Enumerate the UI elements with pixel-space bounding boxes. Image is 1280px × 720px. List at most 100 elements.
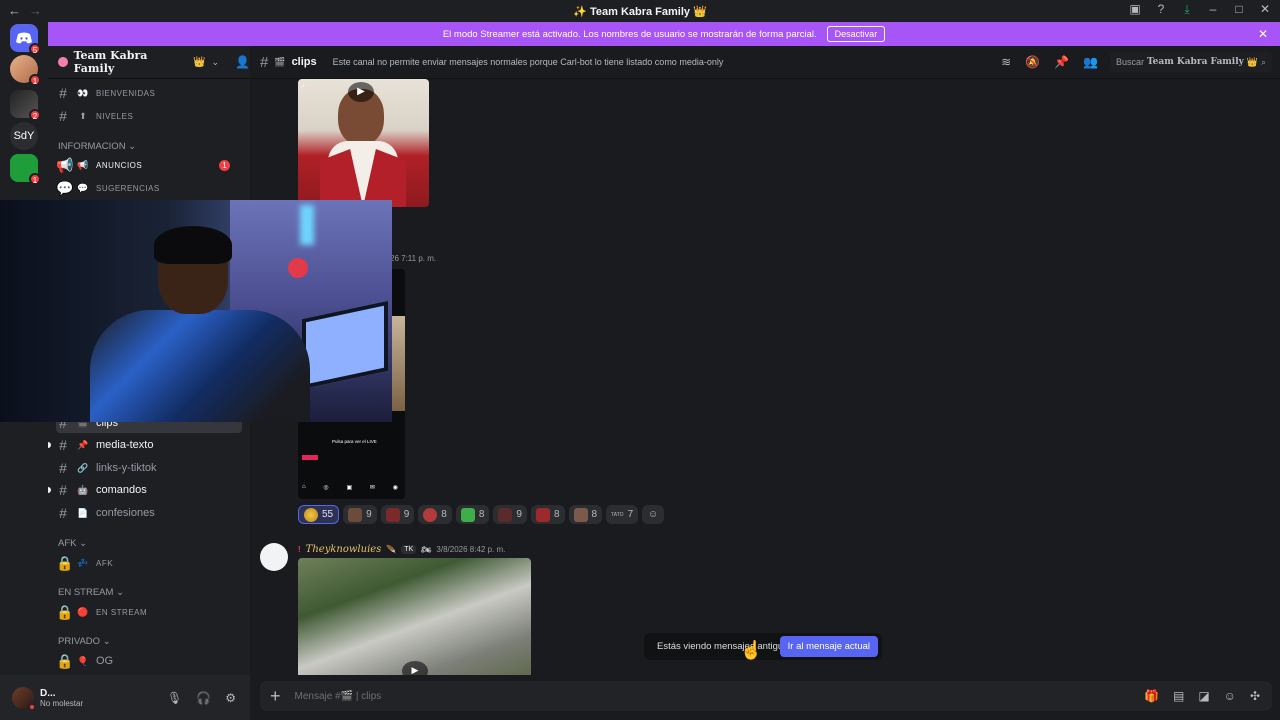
reaction[interactable]: 9 <box>380 505 415 524</box>
channel-niveles[interactable]: # ⬆ NIVELES <box>56 106 242 126</box>
forum-icon: 💬 <box>56 179 74 196</box>
reaction[interactable]: TATO 7 <box>606 505 639 524</box>
reaction[interactable]: 9 <box>493 505 527 524</box>
server-icon-avatar[interactable]: 1 <box>10 55 41 86</box>
close-window-button[interactable]: ✕ <box>1258 2 1272 17</box>
play-icon[interactable]: ▶ <box>402 661 428 675</box>
close-icon[interactable]: ✕ <box>1258 27 1268 41</box>
message-input[interactable]: Mensaje #🎬 | clips <box>295 691 382 702</box>
channel-afk[interactable]: 🔒 💤 AFK <box>56 553 242 573</box>
crown-icon: 👑 <box>1246 56 1259 67</box>
gif-icon[interactable]: ▤ <box>1173 689 1184 703</box>
channel-topic[interactable]: Este canal no permite enviar mensajes no… <box>333 57 724 67</box>
user-info[interactable]: D... No molestar <box>40 688 83 708</box>
window-title: ✨ Team Kabra Family 👑 <box>0 5 1280 18</box>
webcam-decoration <box>288 258 308 278</box>
reaction-count: 8 <box>441 509 447 520</box>
video-attachment[interactable]: ▶ ♪ <box>298 79 429 207</box>
crown-icon: 👑 <box>693 6 707 18</box>
voice-controls: 🎙 🎧 ⚙ <box>167 691 236 705</box>
reaction[interactable]: 9 <box>343 505 377 524</box>
streamer-mode-banner: El modo Streamer está activado. Los nomb… <box>48 22 1280 46</box>
channel-links-y-tiktok[interactable]: # 🔗 links-y-tiktok <box>56 458 242 478</box>
channel-emoji: 💤 <box>77 557 89 568</box>
reaction[interactable]: 55 <box>298 505 340 524</box>
window-controls: ▣ ? ⤓ – □ ✕ <box>1128 2 1272 17</box>
reaction[interactable]: 8 <box>568 505 603 524</box>
disable-streamer-button[interactable]: Desactivar <box>826 26 886 42</box>
category-privado[interactable]: PRIVADO ⌄ <box>58 636 111 647</box>
live-tag <box>302 455 318 460</box>
headphones-icon[interactable]: 🎧 <box>196 691 211 705</box>
sticker-icon[interactable]: ◪ <box>1198 689 1209 703</box>
message-author[interactable]: Theyknowluies <box>306 544 382 555</box>
channel-sugerencias[interactable]: 💬 💬 SUGERENCIAS <box>56 178 242 198</box>
channel-emoji: 📌 <box>77 439 89 450</box>
server-icon[interactable]: 2 <box>10 90 41 121</box>
reaction-emoji-icon <box>385 507 400 522</box>
reaction-count: 7 <box>627 509 634 520</box>
category-label: PRIVADO <box>58 636 101 647</box>
message-header: ! Theyknowluies 🪶 TK 🏍 3/8/2026 8:42 p. … <box>298 544 505 555</box>
bell-muted-icon[interactable]: 🔕 <box>1025 55 1040 69</box>
chevron-down-icon: ⌄ <box>211 56 220 67</box>
channel-anuncios[interactable]: 📢 📢 ANUNCIOS 1 <box>56 155 242 175</box>
composer-tools: 🎁 ▤ ◪ ☺ ✣ <box>1144 689 1260 703</box>
category-afk[interactable]: AFK ⌄ <box>58 538 87 549</box>
channel-emoji: 📄 <box>77 507 89 518</box>
help-icon[interactable]: ? <box>1154 2 1168 17</box>
guild-tag[interactable]: TK <box>401 545 417 554</box>
minimize-button[interactable]: – <box>1206 2 1220 17</box>
gift-icon[interactable]: 🎁 <box>1144 689 1159 703</box>
channel-bienvenidas[interactable]: # 👀 BIENVENIDAS <box>56 83 242 103</box>
inbox-icon[interactable]: ▣ <box>1128 2 1142 17</box>
server-icon-green[interactable]: 1 <box>10 154 41 185</box>
members-icon[interactable]: 👥 <box>1083 55 1098 69</box>
category-en-stream[interactable]: EN STREAM ⌄ <box>58 587 124 598</box>
avatar[interactable] <box>12 686 36 711</box>
add-member-icon[interactable]: 👤 <box>235 55 250 69</box>
category-informacion[interactable]: INFORMACION ⌄ <box>58 141 136 152</box>
reaction[interactable]: 8 <box>418 505 452 524</box>
mention-badge: 1 <box>219 159 230 171</box>
jump-to-present-bar: Estás viendo mensajes antiguos Ir al men… <box>644 633 882 660</box>
channel-confesiones[interactable]: # 📄 confesiones <box>56 503 242 523</box>
channel-en-stream[interactable]: 🔒 🔴 EN STREAM <box>56 602 242 622</box>
avatar[interactable] <box>260 543 288 571</box>
reaction-count: 9 <box>516 509 522 520</box>
lock-icon: 🔒 <box>56 652 74 669</box>
video-attachment[interactable]: ▶ <box>298 558 531 675</box>
channel-media-texto[interactable]: # 📌 media-texto <box>56 435 242 455</box>
channel-emoji: 🔗 <box>77 462 89 473</box>
profile-icon: ◉ <box>392 485 398 491</box>
composer-box: + Mensaje #🎬 | clips 🎁 ▤ ◪ ☺ ✣ <box>260 681 1272 711</box>
maximize-button[interactable]: □ <box>1232 2 1246 17</box>
search-input[interactable]: Buscar Team Kabra Family 👑 ⌕ <box>1110 52 1272 72</box>
add-attachment-icon[interactable]: + <box>270 686 281 707</box>
crown-icon: 👑 <box>193 56 206 68</box>
microphone-icon[interactable]: 🎙 <box>167 691 182 705</box>
server-icon-sdy[interactable]: SdY <box>10 122 38 150</box>
reaction[interactable]: 8 <box>530 505 565 524</box>
message-timestamp: 26 7:11 p. m. <box>390 254 437 263</box>
jump-to-present-button[interactable]: Ir al mensaje actual <box>779 636 878 657</box>
emoji-icon[interactable]: ☺ <box>1224 689 1236 703</box>
pin-icon[interactable]: 📌 <box>1054 55 1069 69</box>
add-reaction-button[interactable]: ☺ <box>642 505 665 524</box>
server-header[interactable]: Team Kabra Family 👑 ⌄ 👤 <box>48 46 250 79</box>
message-list: ▶ ♪ 26 7:11 p. m. Pulsa para ver el LIVE… <box>250 79 1280 675</box>
channel-og[interactable]: 🔒 🎈 OG <box>56 651 242 671</box>
reaction-emoji-icon <box>535 507 550 522</box>
download-icon[interactable]: ⤓ <box>1180 2 1194 17</box>
apps-icon[interactable]: ✣ <box>1250 689 1260 703</box>
username: D... <box>40 687 56 699</box>
tiktok-nav: ⌂ ◎ ▣ ✉ ◉ <box>302 484 398 491</box>
play-icon[interactable]: ▶ <box>348 82 374 102</box>
reaction[interactable]: 8 <box>455 505 490 524</box>
header-toolbar: ≋ 🔕 📌 👥 <box>1001 55 1098 69</box>
discord-home-button[interactable]: 5 <box>10 24 41 55</box>
threads-icon[interactable]: ≋ <box>1001 55 1011 69</box>
webcam-lamp <box>300 205 314 245</box>
gear-icon[interactable]: ⚙ <box>225 691 236 705</box>
channel-comandos[interactable]: # 🤖 comandos <box>56 480 242 500</box>
